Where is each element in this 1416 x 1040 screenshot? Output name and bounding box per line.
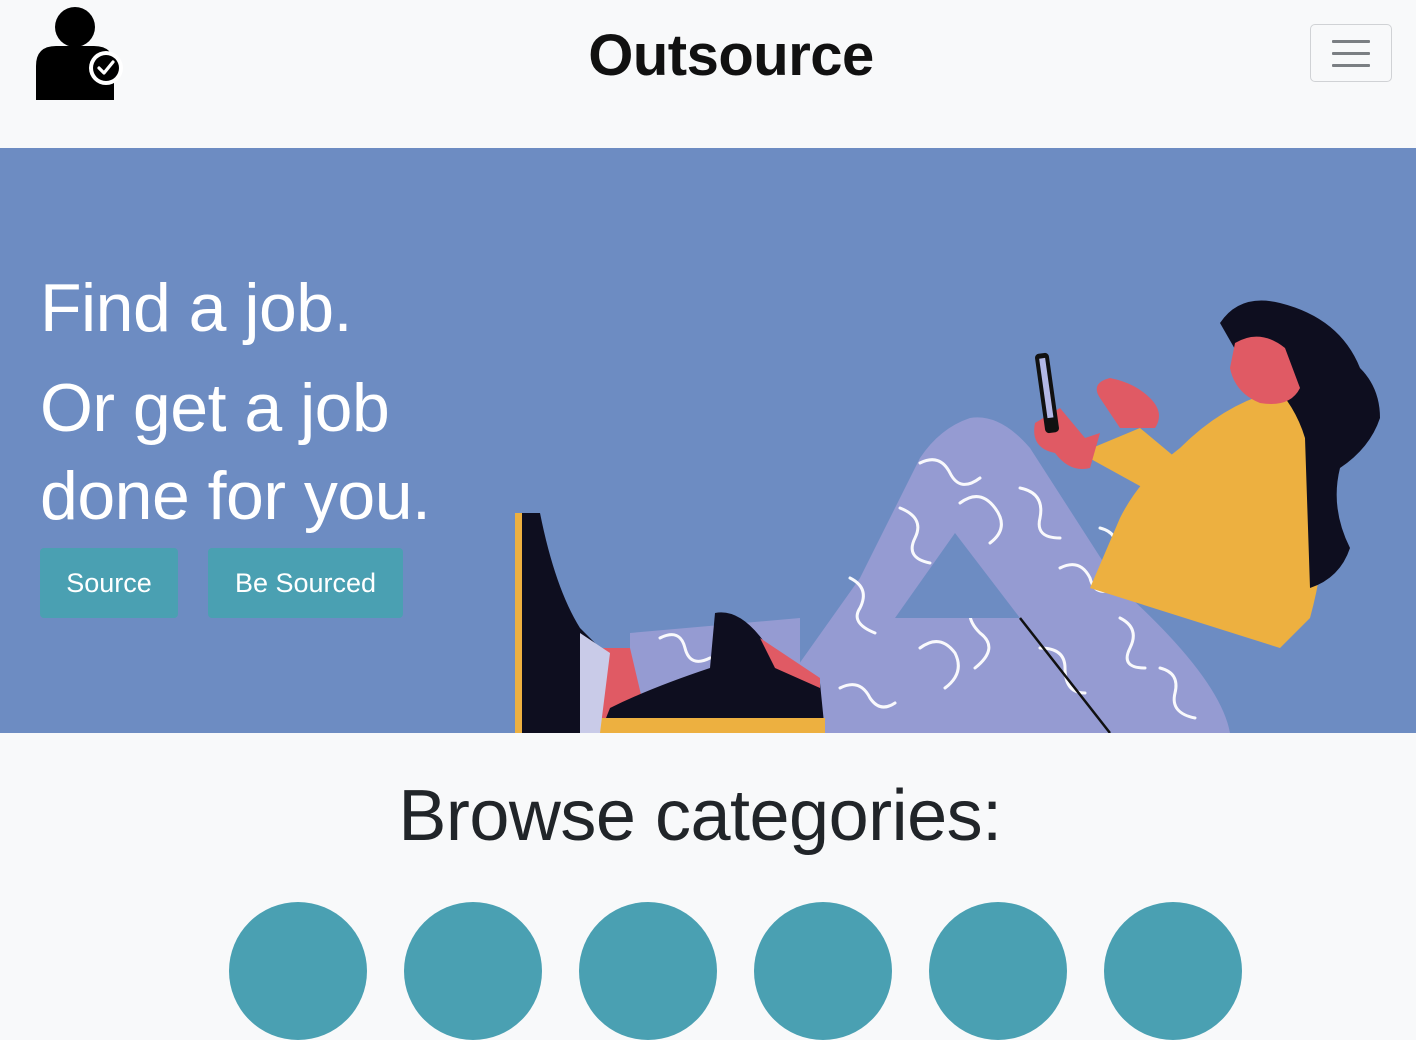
hamburger-line: [1332, 64, 1370, 67]
hero-line-3: done for you.: [40, 458, 431, 534]
category-circle[interactable]: [754, 902, 892, 1040]
hamburger-menu-icon: [1332, 40, 1370, 43]
category-circle[interactable]: [1104, 902, 1242, 1040]
source-button[interactable]: Source: [40, 548, 178, 618]
hamburger-line: [1332, 52, 1370, 55]
woman-reclining-with-phone-illustration: [515, 300, 1380, 733]
menu-toggle-button[interactable]: [1310, 24, 1392, 82]
category-circle[interactable]: [229, 902, 367, 1040]
be-sourced-button[interactable]: Be Sourced: [208, 548, 403, 618]
brand-title[interactable]: Outsource: [0, 22, 1416, 89]
hero-line-2: Or get a job: [40, 370, 390, 446]
browse-categories-heading: Browse categories:: [398, 776, 1002, 856]
hero-line-1: Find a job.: [40, 270, 353, 346]
category-circle[interactable]: [579, 902, 717, 1040]
navbar: Outsource: [0, 0, 1416, 148]
hero-section: Find a job. Or get a job done for you. S…: [0, 148, 1416, 733]
category-circle[interactable]: [929, 902, 1067, 1040]
category-circle[interactable]: [404, 902, 542, 1040]
